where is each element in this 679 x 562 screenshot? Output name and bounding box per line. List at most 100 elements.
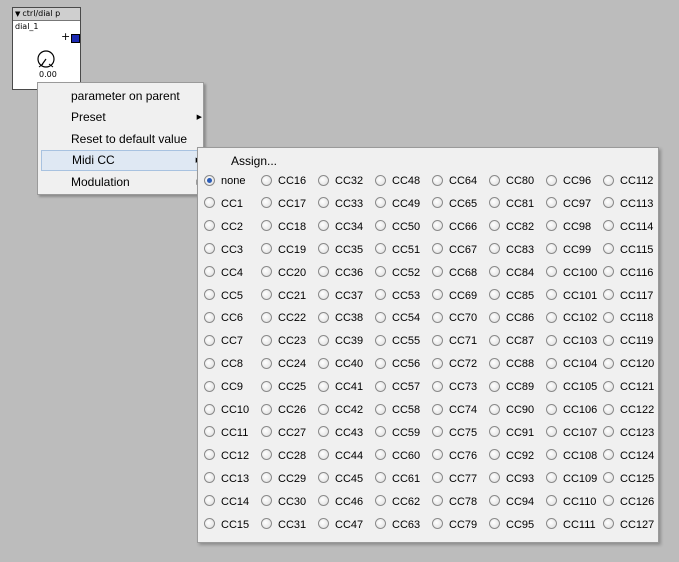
midi-cc-option[interactable]: CC102 [546,311,597,332]
radio-button-icon[interactable] [489,357,500,369]
radio-button-icon[interactable] [603,403,614,415]
midi-cc-option[interactable]: CC71 [432,334,477,355]
midi-cc-option[interactable]: CC127 [603,518,654,539]
menu-item-reset-default[interactable]: Reset to default value [41,129,200,150]
midi-cc-option[interactable]: CC15 [204,518,249,539]
midi-cc-option[interactable]: CC7 [204,334,243,355]
midi-cc-option[interactable]: CC85 [489,289,534,310]
midi-cc-option[interactable]: CC109 [546,472,597,493]
modulation-indicator-icon[interactable] [71,34,80,43]
radio-button-icon[interactable] [261,311,272,323]
midi-cc-option[interactable]: CC51 [375,243,420,264]
midi-cc-option[interactable]: CC101 [546,289,597,310]
midi-cc-option[interactable]: CC50 [375,220,420,241]
radio-button-icon[interactable] [261,495,272,507]
radio-button-icon[interactable] [546,266,557,278]
midi-cc-option[interactable]: CC100 [546,266,597,287]
midi-cc-option[interactable]: CC44 [318,449,363,470]
midi-cc-option[interactable]: CC76 [432,449,477,470]
radio-button-icon[interactable] [375,311,386,323]
midi-cc-option[interactable]: CC27 [261,426,306,447]
radio-button-icon[interactable] [261,266,272,278]
midi-cc-option[interactable]: CC35 [318,243,363,264]
midi-cc-option[interactable]: CC6 [204,311,243,332]
radio-button-icon[interactable] [432,334,443,346]
radio-button-icon[interactable] [261,174,272,186]
midi-cc-option[interactable]: CC90 [489,403,534,424]
radio-button-icon[interactable] [489,426,500,438]
midi-cc-option[interactable]: CC96 [546,174,591,195]
radio-button-icon[interactable] [489,403,500,415]
radio-button-icon[interactable] [432,174,443,186]
midi-cc-option[interactable]: CC111 [546,518,596,539]
radio-button-icon[interactable] [375,495,386,507]
radio-button-icon[interactable] [546,518,557,530]
midi-cc-option[interactable]: CC22 [261,311,306,332]
midi-cc-option[interactable]: none [204,174,245,195]
radio-button-icon[interactable] [204,472,215,484]
midi-cc-option[interactable]: CC91 [489,426,534,447]
midi-cc-option[interactable]: CC12 [204,449,249,470]
radio-button-icon[interactable] [432,518,443,530]
radio-button-icon[interactable] [204,266,215,278]
midi-cc-option[interactable]: CC23 [261,334,306,355]
midi-cc-option[interactable]: CC99 [546,243,591,264]
midi-cc-option[interactable]: CC32 [318,174,363,195]
radio-button-icon[interactable] [603,357,614,369]
radio-button-icon[interactable] [489,289,500,301]
radio-button-icon[interactable] [318,357,329,369]
midi-cc-option[interactable]: CC19 [261,243,306,264]
radio-button-icon[interactable] [375,197,386,209]
radio-button-icon[interactable] [432,380,443,392]
radio-button-icon[interactable] [432,472,443,484]
radio-button-icon[interactable] [489,174,500,186]
radio-button-icon[interactable] [432,495,443,507]
radio-button-icon[interactable] [204,426,215,438]
midi-cc-option[interactable]: CC121 [603,380,654,401]
midi-cc-option[interactable]: CC42 [318,403,363,424]
radio-button-icon[interactable] [375,243,386,255]
midi-cc-option[interactable]: CC52 [375,266,420,287]
midi-cc-option[interactable]: CC43 [318,426,363,447]
midi-cc-option[interactable]: CC38 [318,311,363,332]
radio-button-icon[interactable] [489,220,500,232]
midi-cc-option[interactable]: CC125 [603,472,654,493]
midi-cc-option[interactable]: CC106 [546,403,597,424]
midi-cc-option[interactable]: CC89 [489,380,534,401]
midi-cc-option[interactable]: CC10 [204,403,249,424]
midi-cc-option[interactable]: CC81 [489,197,534,218]
midi-cc-option[interactable]: CC114 [603,220,653,241]
radio-button-icon[interactable] [204,220,215,232]
midi-cc-option[interactable]: CC45 [318,472,363,493]
radio-button-icon[interactable] [375,289,386,301]
midi-cc-option[interactable]: CC33 [318,197,363,218]
midi-cc-option[interactable]: CC3 [204,243,243,264]
radio-button-icon[interactable] [204,311,215,323]
radio-button-icon[interactable] [546,472,557,484]
midi-cc-option[interactable]: CC34 [318,220,363,241]
radio-button-icon[interactable] [318,380,329,392]
radio-button-icon[interactable] [489,266,500,278]
midi-cc-option[interactable]: CC25 [261,380,306,401]
radio-button-icon[interactable] [318,311,329,323]
midi-cc-option[interactable]: CC112 [603,174,653,195]
radio-button-icon[interactable] [603,449,614,461]
module-title-bar[interactable]: ▼ ctrl/dial p [13,8,80,21]
midi-cc-option[interactable]: CC80 [489,174,534,195]
radio-button-icon[interactable] [489,243,500,255]
midi-cc-option[interactable]: CC79 [432,518,477,539]
radio-button-icon[interactable] [489,334,500,346]
radio-button-icon[interactable] [489,495,500,507]
radio-button-icon[interactable] [603,380,614,392]
midi-cc-option[interactable]: CC17 [261,197,306,218]
radio-button-icon[interactable] [432,197,443,209]
radio-button-icon[interactable] [375,403,386,415]
radio-button-icon[interactable] [204,518,215,530]
radio-button-icon[interactable] [375,266,386,278]
midi-cc-option[interactable]: CC69 [432,289,477,310]
radio-button-icon[interactable] [261,472,272,484]
radio-button-icon[interactable] [432,449,443,461]
midi-cc-option[interactable]: CC73 [432,380,477,401]
radio-button-icon[interactable] [375,380,386,392]
radio-button-icon[interactable] [318,403,329,415]
